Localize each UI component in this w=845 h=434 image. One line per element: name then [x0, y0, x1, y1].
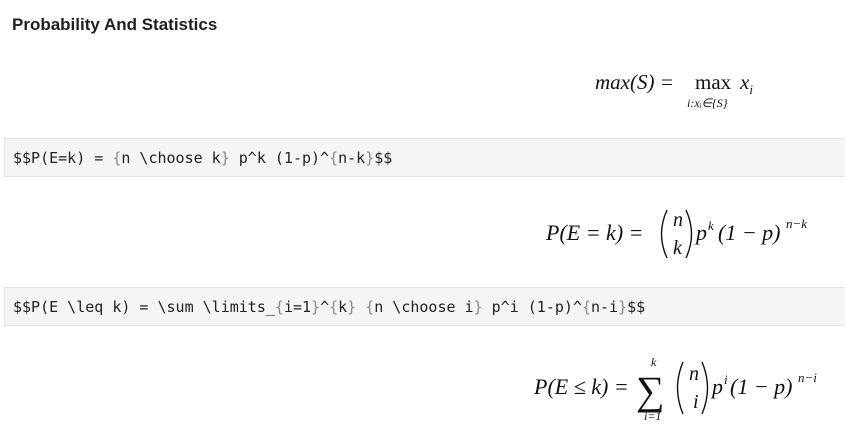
binomial-bottom: k — [673, 237, 683, 259]
left-paren — [676, 361, 684, 415]
cumulative-exp2: n−i — [798, 370, 817, 385]
cumulative-lhs: P(E ≤ k) = — [534, 374, 629, 399]
max-equation-lhs: max(S) = — [595, 70, 674, 94]
cumulative-top: n — [689, 363, 699, 385]
cumulative-equation: P(E ≤ k) = k ∑ i=1 n i p i (1 − p) n−i — [533, 350, 834, 426]
cumulative-bottom: i — [693, 391, 699, 413]
latex-source-binomial[interactable]: $$P(E=k) = {n \choose k} p^k (1-p)^{n-k}… — [4, 138, 844, 177]
sum-lower-limit: i=1 — [644, 409, 661, 423]
max-operator: max — [695, 70, 732, 94]
latex-source-cumulative[interactable]: $$P(E \leq k) = \sum \limits_{i=1}^{k} {… — [4, 287, 844, 326]
binomial-equation: P(E = k) = n k p k (1 − p) n−k — [545, 202, 826, 266]
cumulative-exp1: i — [724, 372, 728, 387]
page-heading: Probability And Statistics — [12, 15, 218, 34]
cumulative-base: p — [710, 374, 723, 399]
binomial-lhs: P(E = k) = — [546, 220, 644, 245]
right-paren — [701, 361, 709, 415]
binomial-exp2: n−k — [786, 216, 807, 231]
binomial-top: n — [673, 209, 683, 231]
sum-upper-limit: k — [651, 355, 657, 369]
right-paren — [685, 209, 693, 259]
sum-symbol: ∑ — [636, 368, 665, 413]
left-paren — [660, 209, 668, 259]
binomial-mid: (1 − p) — [718, 220, 781, 245]
binomial-exp1: k — [708, 218, 714, 233]
cumulative-mid: (1 − p) — [730, 374, 793, 399]
max-rhs: xi — [740, 70, 753, 98]
max-equation: max(S) = max i:xᵢ∈{S} xi — [595, 66, 775, 116]
max-subscript: i:xᵢ∈{S} — [687, 96, 728, 110]
binomial-base: p — [694, 220, 707, 245]
